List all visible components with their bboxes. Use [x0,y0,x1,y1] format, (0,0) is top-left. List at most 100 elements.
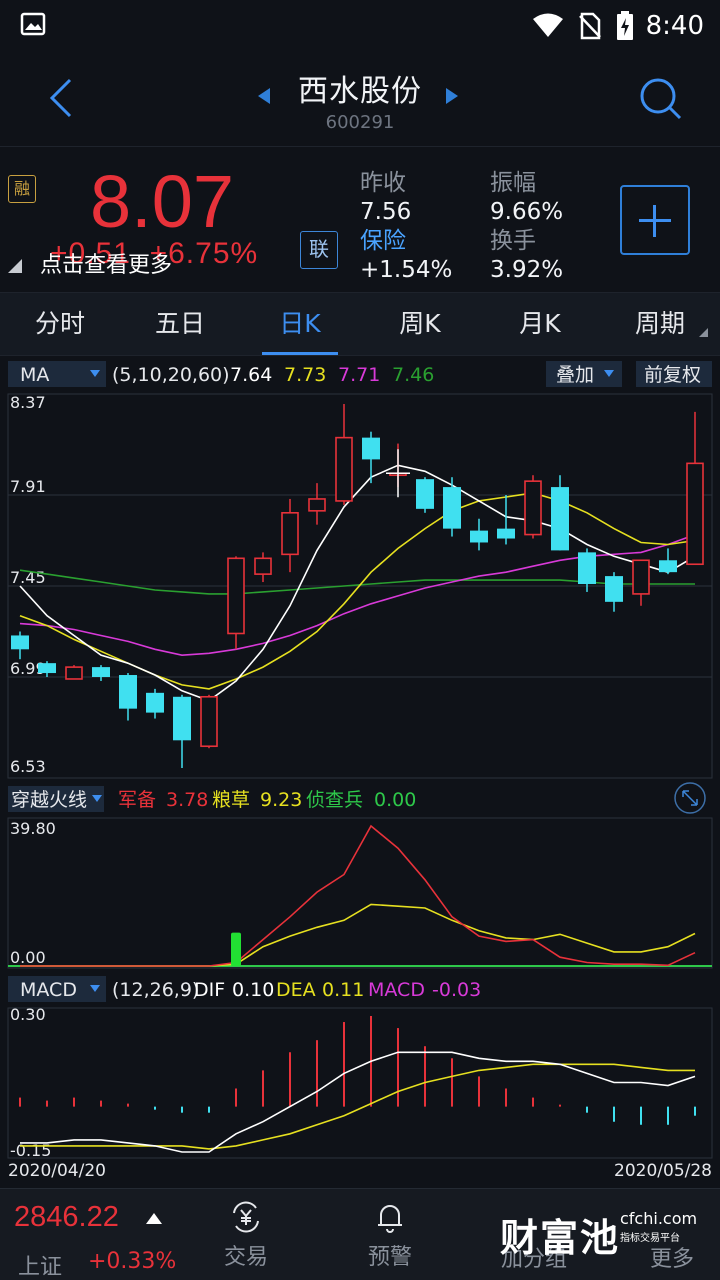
scout-label: 侦查兵 [306,789,363,811]
candle-body-down [38,663,56,674]
wifi-icon [532,13,563,37]
tab-daily-k[interactable]: 日K [240,293,360,355]
macd-value: -0.03 [432,979,481,1001]
add-watchlist-button[interactable] [620,185,690,255]
amplitude-label: 振幅 [490,170,536,196]
back-arrow-icon[interactable] [42,76,82,120]
kline-y-tick: 8.37 [10,393,46,412]
watermark-site: cfchi.com [620,1209,698,1228]
status-bar: 8:40 [0,0,720,52]
macd-y-tick: 0.30 [10,1005,46,1024]
liangcao-value: 9.23 [260,789,302,811]
tab-monthly-k[interactable]: 月K [480,293,600,355]
period-tabs: 分时 五日 日K 周K 月K 周期 [0,292,720,356]
indicator-y-tick: 0.00 [10,948,46,967]
index-name[interactable]: 上证 [18,1249,62,1280]
candle-body-up [227,557,245,635]
adjust-button-label: 前复权 [644,364,701,386]
margin-trading-badge: 融 [8,175,36,203]
prev-close-stat: 昨收 7.56 [360,163,411,225]
candle-body-down [416,479,434,509]
nav-alert-label: 预警 [367,1245,412,1270]
macd-params: (12,26,9) [112,979,199,1001]
candle-body-up [281,512,299,556]
tab-period-label: 周期 [634,309,685,338]
tab-five-day[interactable]: 五日 [120,293,240,355]
stock-code: 600291 [325,112,395,133]
candle-body-up [632,559,650,595]
tab-period[interactable]: 周期 [600,293,720,355]
candle-body-down [173,696,191,741]
candle-body-down [497,528,515,539]
candle-body-down [443,487,461,529]
candle-body-down [146,692,164,713]
nav-trade[interactable]: 交易 [196,1199,296,1271]
watermark-tagline: 指标交易平台 [620,1233,680,1244]
no-sim-icon [578,12,601,40]
next-stock-arrow-icon[interactable] [446,88,458,104]
candle-body-down [11,635,29,650]
macd-label: MACD [368,979,425,1001]
insurance-label: 保险 [360,228,406,254]
gallery-notification-icon [20,12,46,36]
turnover-stat: 换手 3.92% [490,221,563,283]
overlay-button-label: 叠加 [556,364,594,386]
date-start: 2020/04/20 [8,1161,106,1181]
candle-body-up [524,480,542,536]
insurance-value: +1.54% [360,257,453,283]
candle-body-up [686,462,704,566]
last-price: 8.07 [90,160,235,243]
yuan-exchange-icon [233,1201,259,1233]
watermark-logo: 财富池 cfchi.com 指标交易平台 [500,1207,700,1260]
junbei-label: 军备 [118,789,156,811]
ma60-value: 7.46 [392,364,434,386]
scout-value: 0.00 [374,789,416,811]
tab-weekly-k[interactable]: 周K [360,293,480,355]
bell-icon [378,1205,402,1233]
stock-title: 西水股份 600291 [200,66,520,133]
ma-params: (5,10,20,60) [112,364,230,386]
date-end: 2020/05/28 [614,1161,712,1181]
turnover-value: 3.92% [490,257,564,283]
macd-y-tick: -0.15 [10,1141,51,1160]
candle-body-down [470,530,488,543]
dif-label: DIF [194,979,225,1001]
liangcao-label: 粮草 [212,789,250,811]
header: 西水股份 600291 [0,52,720,144]
linked-stock-button[interactable]: 联 [300,231,338,269]
dea-label: DEA [276,979,316,1001]
amplitude-stat: 振幅 9.66% [490,163,563,225]
stock-detail-screen: 8:40 西水股份 600291 融 8.07 +0.51 +6.75% 点击查… [0,0,720,1280]
watermark-name: 财富池 [500,1216,621,1260]
kline-y-tick: 7.91 [10,477,46,496]
candle-body-down [362,437,380,460]
turnover-label: 换手 [490,228,536,254]
quote-panel[interactable]: 融 8.07 +0.51 +6.75% 点击查看更多 联 昨收 7.56 保险 … [0,146,720,292]
index-percent: +0.33% [88,1249,177,1274]
candle-body-up [200,695,218,748]
kline-chart[interactable]: MA (5,10,20,60) 7.64 7.73 7.71 7.46 叠加 前… [0,356,720,1188]
signal-bar [231,932,241,966]
nav-trade-label: 交易 [223,1245,268,1270]
dropdown-corner-icon [699,328,708,337]
candle-body-up [254,557,272,575]
dif-value: 0.10 [232,979,274,1001]
indicator-selector-label: 穿越火线 [11,789,87,811]
ma20-value: 7.71 [338,364,380,386]
search-icon[interactable] [636,74,684,122]
candle-body-up [65,666,83,680]
insurance-stat[interactable]: 保险 +1.54% [360,221,452,283]
candle-body-up [308,498,326,512]
junbei-value: 3.78 [166,789,208,811]
tab-intraday[interactable]: 分时 [0,293,120,355]
index-value[interactable]: 2846.22 [14,1201,119,1234]
ma10-value: 7.73 [284,364,326,386]
macd-selector-label: MACD [20,979,77,1001]
ma5-value: 7.64 [230,364,272,386]
ma-selector-label: MA [20,364,49,386]
stock-name: 西水股份 [298,74,422,109]
view-more-tip[interactable]: 点击查看更多 [40,247,172,279]
nav-alert[interactable]: 预警 [340,1199,440,1271]
indicator-y-tick: 39.80 [10,819,56,838]
candle-body-down [92,667,110,677]
